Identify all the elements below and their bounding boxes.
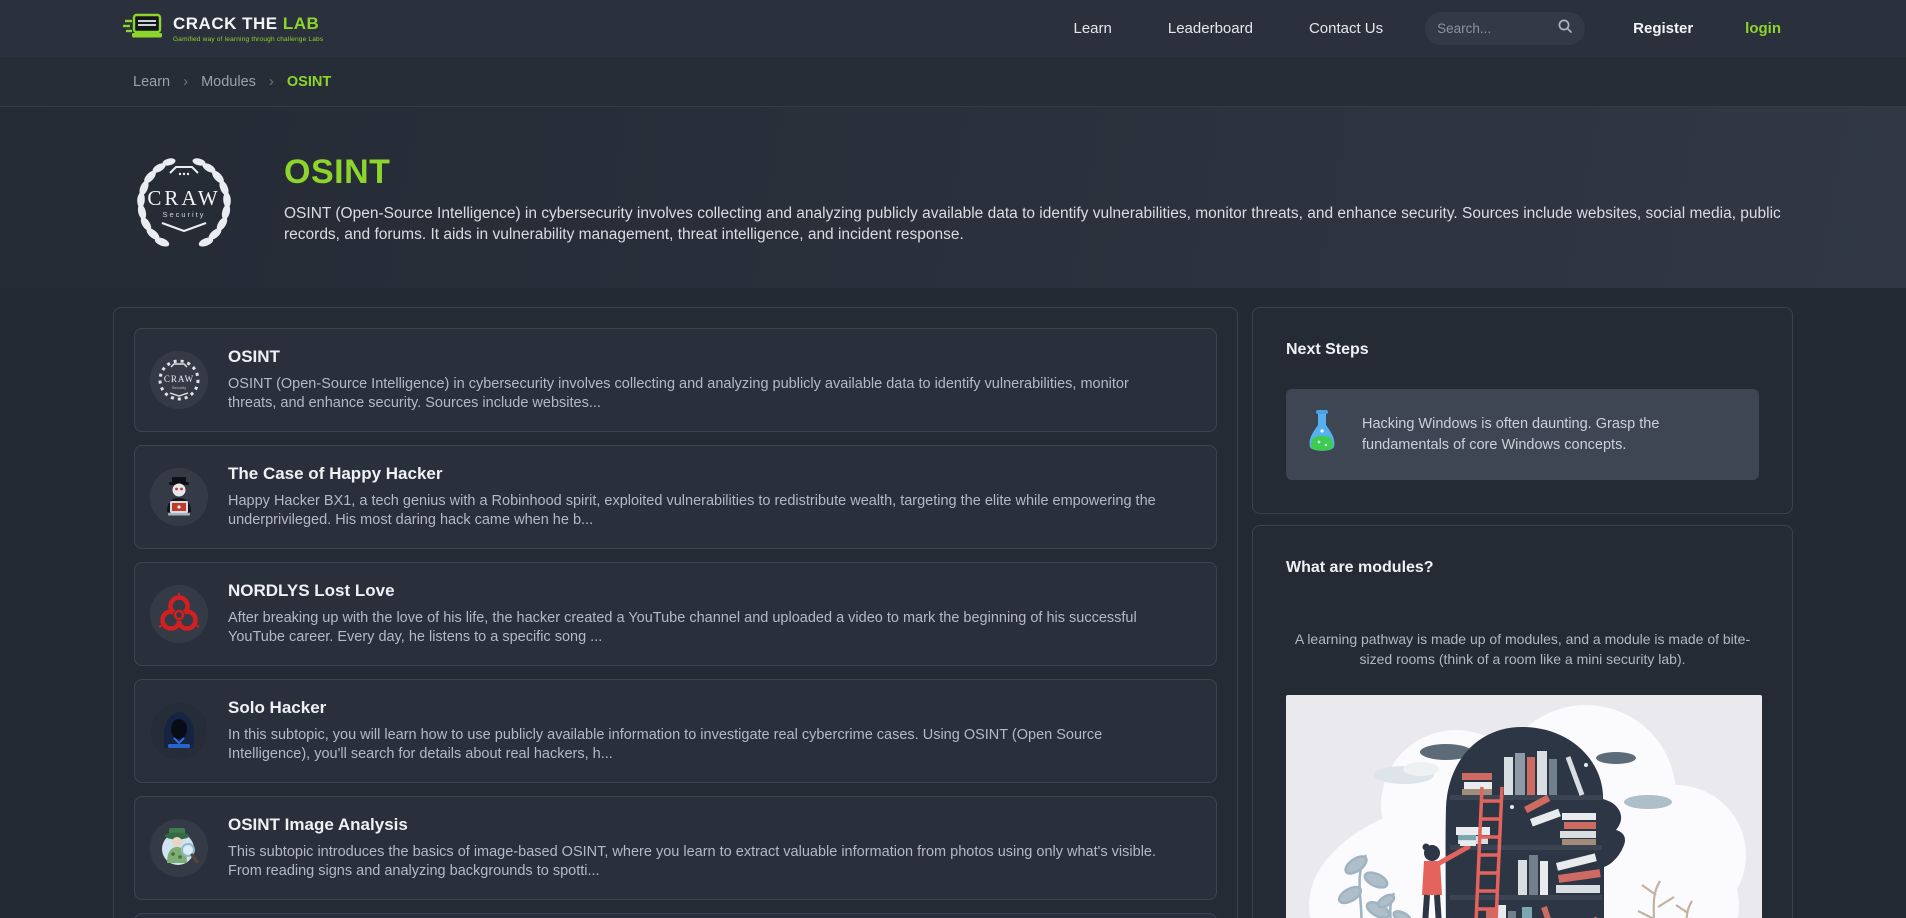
modules-info-heading: What are modules?: [1286, 559, 1759, 577]
brand-name-primary: CRACK THE: [173, 14, 278, 33]
search-icon[interactable]: [1557, 18, 1573, 39]
chevron-right-icon: ›: [269, 73, 274, 90]
partial-room-card[interactable]: [134, 913, 1217, 918]
main-nav: Learn Leaderboard Contact Us: [1073, 20, 1383, 37]
craw-logo-icon: CRAWSecurity: [150, 351, 208, 409]
module-header: CRAW Security OSINT OSINT (Open-Source I…: [0, 106, 1906, 288]
svg-text:CRAW: CRAW: [147, 186, 220, 210]
register-link[interactable]: Register: [1633, 20, 1693, 37]
flask-icon: [1304, 409, 1340, 460]
room-description: After breaking up with the love of his l…: [228, 609, 1188, 648]
modules-info-panel: What are modules? A learning pathway is …: [1252, 525, 1793, 918]
breadcrumb: Learn › Modules › OSINT: [113, 73, 1793, 90]
room-card[interactable]: Solo Hacker In this subtopic, you will l…: [134, 679, 1217, 783]
next-steps-heading: Next Steps: [1286, 341, 1759, 359]
breadcrumb-learn[interactable]: Learn: [133, 74, 170, 90]
room-title: Solo Hacker: [228, 698, 1188, 718]
happy-hacker-icon: [150, 468, 208, 526]
rooms-panel: CRAWSecurity OSINT OSINT (Open-Source In…: [113, 307, 1238, 918]
room-title: The Case of Happy Hacker: [228, 464, 1188, 484]
nav-item-contact-us[interactable]: Contact Us: [1309, 20, 1383, 37]
room-card[interactable]: CRAWSecurity OSINT OSINT (Open-Source In…: [134, 328, 1217, 432]
nav-item-leaderboard[interactable]: Leaderboard: [1168, 20, 1253, 37]
svg-text:Security: Security: [172, 385, 186, 390]
modules-info-text: A learning pathway is made up of modules…: [1288, 629, 1758, 669]
login-link[interactable]: login: [1745, 20, 1781, 37]
brand-logo[interactable]: CRACK THE LAB Gamified way of learning t…: [113, 12, 323, 45]
room-description: This subtopic introduces the basics of i…: [228, 843, 1188, 882]
room-card[interactable]: OSINT Image Analysis This subtopic intro…: [134, 796, 1217, 900]
craw-security-logo: CRAW Security: [128, 143, 240, 255]
breadcrumb-bar: Learn › Modules › OSINT: [0, 57, 1906, 106]
solo-hacker-icon: [150, 702, 208, 760]
next-steps-panel: Next Steps Hacking Windows is often daun…: [1252, 307, 1793, 514]
chevron-right-icon: ›: [183, 73, 188, 90]
svg-text:Security: Security: [162, 210, 205, 219]
next-step-text: Hacking Windows is often daunting. Grasp…: [1362, 414, 1741, 456]
brand-name-accent: LAB: [283, 14, 319, 33]
svg-text:CRAW: CRAW: [164, 374, 194, 384]
room-description: In this subtopic, you will learn how to …: [228, 726, 1188, 765]
page: CRACK THE LAB Gamified way of learning t…: [0, 0, 1906, 918]
next-step-item[interactable]: Hacking Windows is often daunting. Grasp…: [1286, 389, 1759, 480]
main-content: CRAWSecurity OSINT OSINT (Open-Source In…: [113, 307, 1793, 918]
search-box[interactable]: [1425, 12, 1585, 45]
room-description: OSINT (Open-Source Intelligence) in cybe…: [228, 375, 1188, 414]
room-description: Happy Hacker BX1, a tech genius with a R…: [228, 492, 1188, 531]
room-title: OSINT: [228, 347, 1188, 367]
biohazard-icon: [150, 585, 208, 643]
search-input[interactable]: [1437, 21, 1557, 36]
breadcrumb-current: OSINT: [287, 74, 331, 90]
head-bookshelf-illustration: [1286, 695, 1762, 918]
room-title: OSINT Image Analysis: [228, 815, 1188, 835]
sidebar: Next Steps Hacking Windows is often daun…: [1252, 307, 1793, 918]
room-card[interactable]: The Case of Happy Hacker Happy Hacker BX…: [134, 445, 1217, 549]
crack-the-lab-logo-icon: [123, 12, 165, 45]
detective-icon: [150, 819, 208, 877]
module-description: OSINT (Open-Source Intelligence) in cybe…: [284, 203, 1784, 246]
room-title: NORDLYS Lost Love: [228, 581, 1188, 601]
room-card[interactable]: NORDLYS Lost Love After breaking up with…: [134, 562, 1217, 666]
nav-item-learn[interactable]: Learn: [1073, 20, 1111, 37]
module-title: OSINT: [284, 153, 1784, 192]
breadcrumb-modules[interactable]: Modules: [201, 74, 256, 90]
brand-tagline: Gamified way of learning through challen…: [173, 36, 323, 43]
navbar: CRACK THE LAB Gamified way of learning t…: [0, 0, 1906, 57]
